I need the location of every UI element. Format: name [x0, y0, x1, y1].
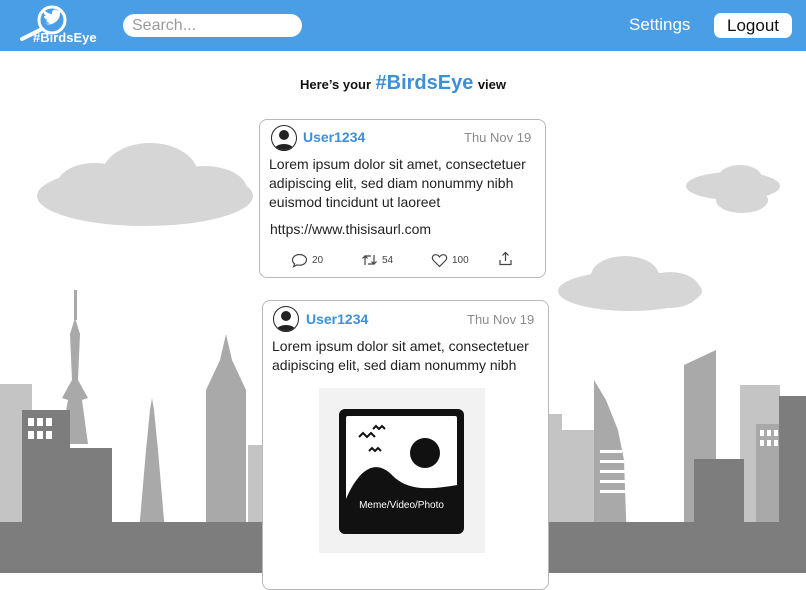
heading-prefix: Here’s your — [300, 77, 372, 92]
settings-link[interactable]: Settings — [629, 15, 690, 35]
like-count: 100 — [452, 255, 469, 266]
comment-button[interactable]: 20 — [291, 253, 323, 268]
post-username[interactable]: User1234 — [306, 311, 368, 327]
top-bar: #BirdsEye Settings Logout — [0, 0, 806, 51]
share-icon — [499, 251, 512, 266]
post-username[interactable]: User1234 — [303, 129, 365, 145]
post-link[interactable]: https://www.thisisaurl.com — [270, 221, 431, 237]
heading-brand: #BirdsEye — [375, 72, 474, 94]
retweet-button[interactable]: 54 — [361, 253, 393, 267]
post-date: Thu Nov 19 — [467, 312, 535, 327]
share-button[interactable] — [498, 251, 513, 266]
heart-icon — [431, 254, 448, 268]
retweet-count: 54 — [382, 254, 394, 266]
logout-button[interactable]: Logout — [714, 13, 792, 38]
user-avatar-icon[interactable] — [273, 306, 299, 332]
media-label: Meme/Video/Photo — [359, 500, 444, 511]
post-card: User1234 Thu Nov 19 Lorem ipsum dolor si… — [262, 300, 549, 590]
comment-count: 20 — [312, 255, 324, 266]
post-text: Lorem ipsum dolor sit amet, consectetuer… — [272, 338, 529, 373]
search-input[interactable] — [123, 14, 302, 37]
post-card: User1234 Thu Nov 19 Lorem ipsum dolor si… — [259, 119, 546, 278]
retweet-icon — [362, 255, 377, 265]
image-placeholder-icon: Meme/Video/Photo — [339, 409, 464, 534]
comment-icon — [291, 253, 308, 268]
post-date: Thu Nov 19 — [464, 130, 532, 145]
feed-heading: Here’s your #BirdsEye view — [0, 72, 806, 95]
post-media[interactable]: Meme/Video/Photo — [319, 388, 485, 553]
like-button[interactable]: 100 — [431, 253, 469, 268]
logo-text: #BirdsEye — [33, 30, 97, 45]
user-avatar-icon[interactable] — [271, 125, 297, 151]
heading-suffix: view — [477, 77, 506, 92]
post-text: Lorem ipsum dolor sit amet, consectetuer… — [269, 156, 526, 210]
